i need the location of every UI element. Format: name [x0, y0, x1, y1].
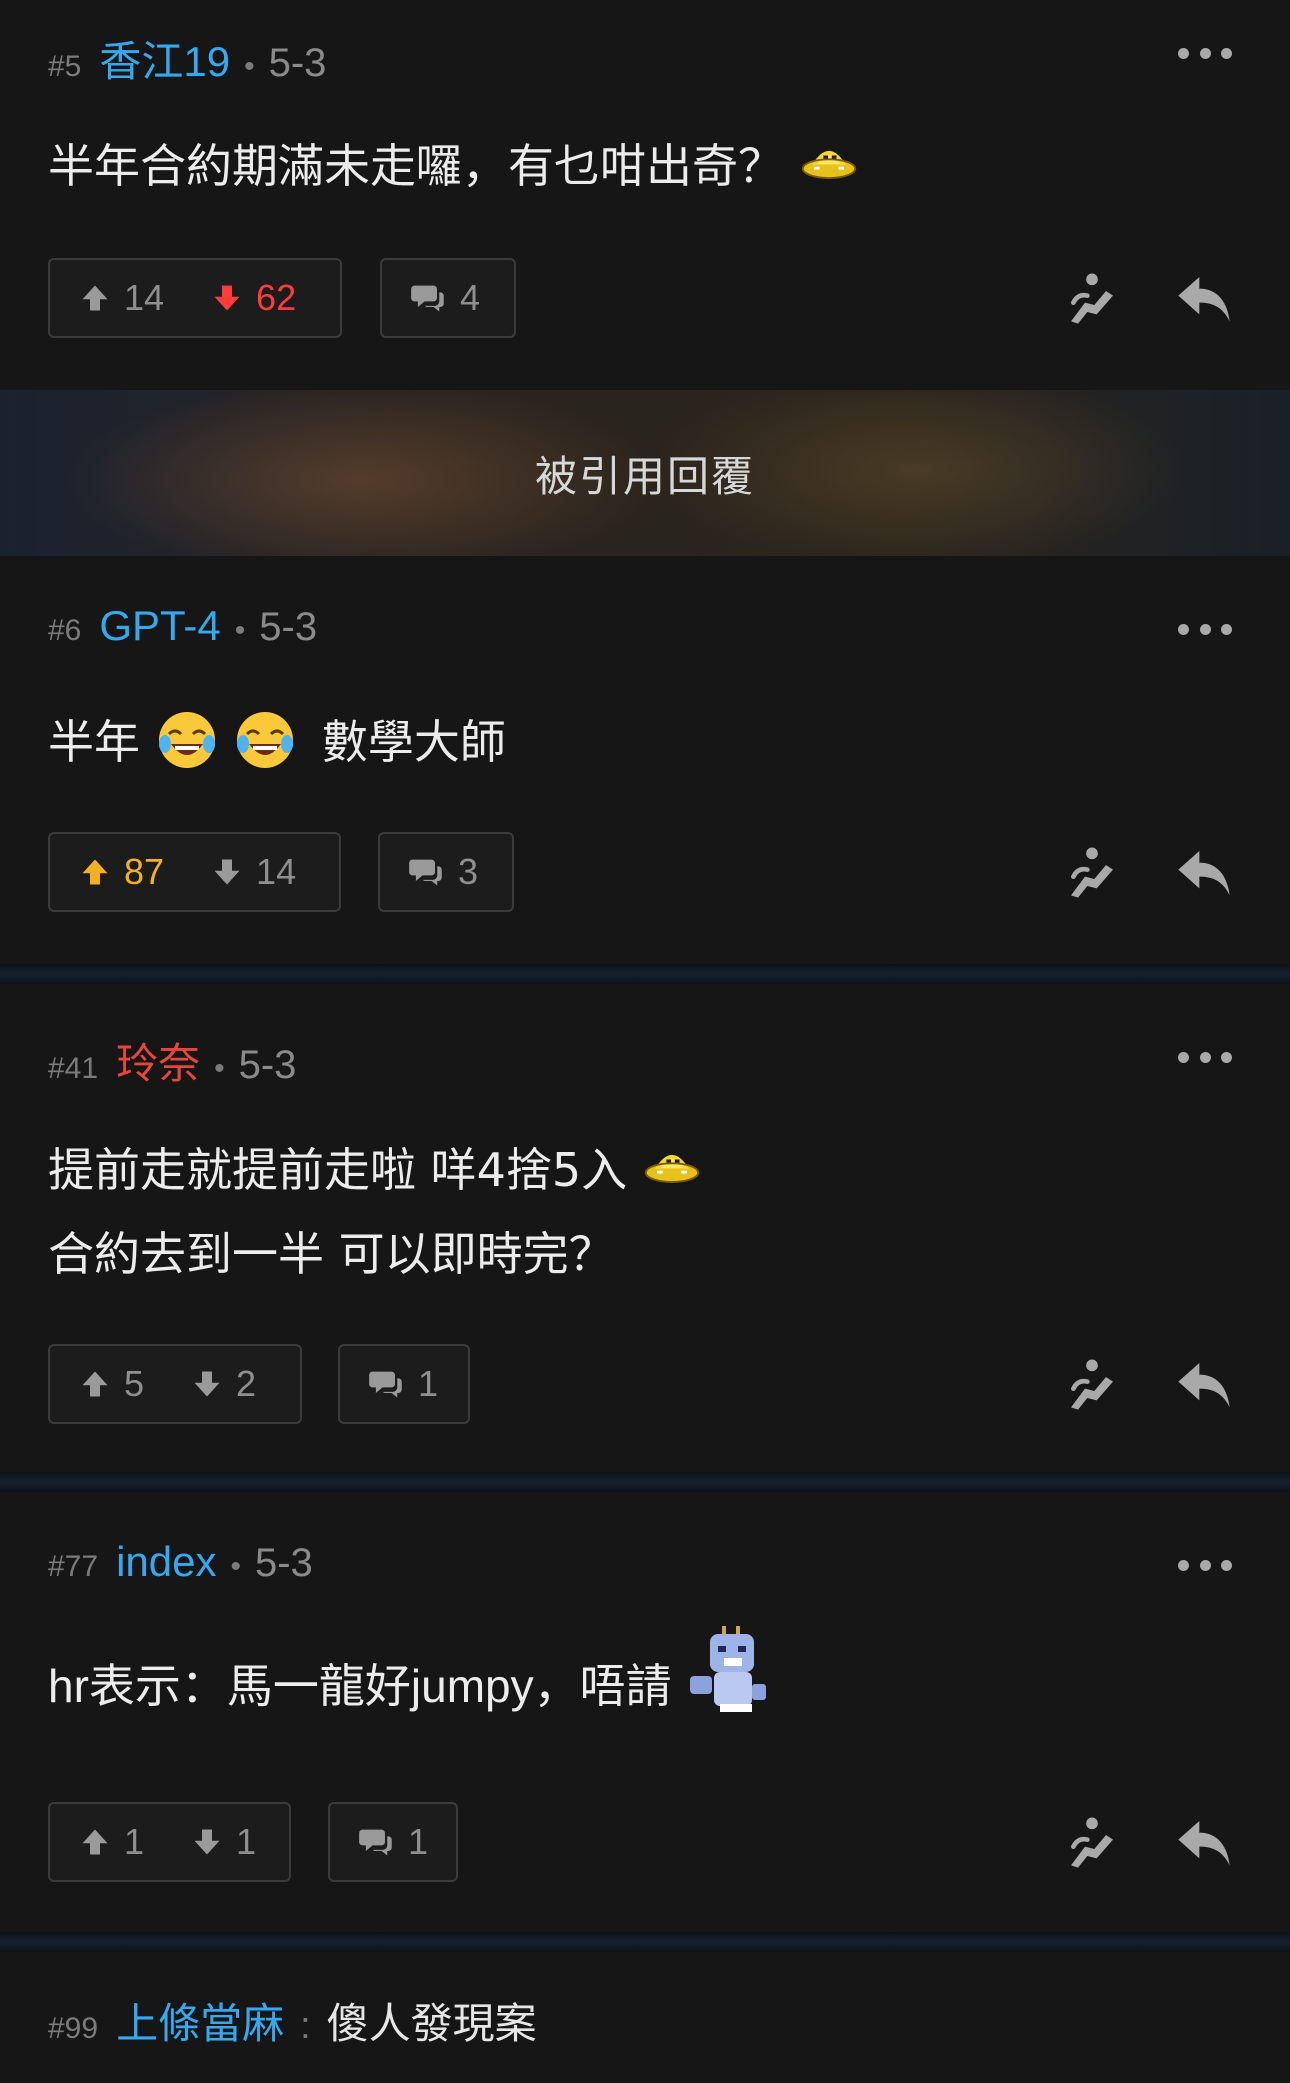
- post-text: hr表示：馬一龍好jumpy，唔請: [48, 1660, 672, 1712]
- vote-box: 87 14: [48, 832, 341, 912]
- post-divider: [0, 964, 1290, 984]
- more-options-icon[interactable]: [1178, 1050, 1232, 1064]
- post-content: 半年 數學大師: [48, 700, 1230, 784]
- thread-title[interactable]: 傻人發現案: [327, 1990, 537, 2051]
- post-content: 提前走就提前走啦 咩4捨5入 合約去到一半 可以即時完？: [48, 1128, 1230, 1296]
- post-meta: #41 玲奈 • 5-3: [48, 1030, 296, 1091]
- reply-arrow-icon[interactable]: [1176, 270, 1232, 326]
- post-number: #5: [48, 50, 82, 83]
- post-meta: #77 index • 5-3: [48, 1538, 313, 1586]
- downvote-count: 62: [256, 277, 297, 318]
- post-card-41: #41 玲奈 • 5-3 提前走就提前走啦 咩4捨5入 合約去到一半 可以即時完…: [0, 984, 1290, 1472]
- post-text: 半年合約期滿未走囉，有乜咁出奇？: [48, 139, 784, 193]
- quote-reply-icon[interactable]: [1064, 270, 1120, 326]
- post-card-6: #6 GPT-4 • 5-3 半年 數學大師 87 14 3: [0, 556, 1290, 964]
- downvote-arrow-icon[interactable]: [192, 1369, 222, 1399]
- upvote-arrow-icon[interactable]: [80, 1827, 110, 1857]
- emoji-sticker: [799, 133, 859, 193]
- downvote-count: 14: [256, 851, 297, 892]
- downvote-count: 2: [236, 1363, 257, 1404]
- related-thread[interactable]: #99 上條當麻 : 傻人發現案: [48, 1990, 537, 2051]
- post-text: 半年: [48, 715, 140, 769]
- upvote-arrow-icon[interactable]: [80, 283, 110, 313]
- thread-separator: :: [300, 2005, 311, 2047]
- replies-button[interactable]: 1: [328, 1802, 458, 1882]
- comment-bubble-icon: [408, 856, 444, 888]
- replies-button[interactable]: 4: [380, 258, 516, 338]
- reply-arrow-icon[interactable]: [1176, 844, 1232, 900]
- downvote-arrow-icon[interactable]: [192, 1827, 222, 1857]
- meta-separator: •: [214, 1052, 225, 1085]
- post-date: 5-3: [268, 41, 327, 85]
- meta-separator: •: [230, 1550, 241, 1583]
- more-options-icon[interactable]: [1178, 46, 1232, 60]
- downvote-count: 1: [236, 1821, 257, 1862]
- reply-arrow-icon[interactable]: [1176, 1814, 1232, 1870]
- post-date: 5-3: [254, 1541, 313, 1585]
- vote-box: 5 2: [48, 1344, 302, 1424]
- username-link[interactable]: 玲奈: [116, 1030, 200, 1091]
- post-number: #77: [48, 1550, 99, 1583]
- reply-count: 1: [418, 1363, 439, 1404]
- username-link[interactable]: index: [116, 1538, 216, 1586]
- post-date: 5-3: [259, 605, 318, 649]
- downvote-arrow-icon[interactable]: [212, 283, 242, 313]
- post-divider: [0, 1932, 1290, 1952]
- reply-count: 1: [407, 1821, 428, 1862]
- emoji-sticker: [642, 1137, 702, 1197]
- upvote-arrow-icon[interactable]: [80, 1369, 110, 1399]
- upvote-count: 5: [124, 1363, 145, 1404]
- vote-box: 14 62: [48, 258, 342, 338]
- reply-count: 4: [460, 277, 481, 318]
- post-meta: #6 GPT-4 • 5-3: [48, 602, 317, 650]
- comment-bubble-icon: [358, 1826, 394, 1858]
- post-content: 半年合約期滿未走囉，有乜咁出奇？: [48, 124, 1230, 208]
- upvote-count: 1: [124, 1821, 145, 1862]
- more-options-icon[interactable]: [1178, 622, 1232, 636]
- post-divider: [0, 1472, 1290, 1492]
- quoted-replies-banner[interactable]: 被引用回覆: [0, 390, 1290, 556]
- meta-separator: •: [234, 614, 246, 647]
- replies-button[interactable]: 3: [378, 832, 514, 912]
- more-options-icon[interactable]: [1178, 1558, 1232, 1572]
- username-link[interactable]: GPT-4: [99, 602, 220, 650]
- reply-arrow-icon[interactable]: [1176, 1356, 1232, 1412]
- upvote-count: 87: [124, 851, 165, 892]
- thread-author[interactable]: 上條當麻: [116, 1990, 284, 2051]
- post-date: 5-3: [238, 1043, 297, 1087]
- username-link[interactable]: 香江19: [99, 28, 230, 89]
- comment-bubble-icon: [410, 282, 446, 314]
- post-text-line: 合約去到一半 可以即時完？: [48, 1227, 615, 1281]
- post-meta: #5 香江19 • 5-3: [48, 28, 326, 89]
- upvote-arrow-icon[interactable]: [80, 857, 110, 887]
- post-text-line: 提前走就提前走啦 咩4捨5入: [48, 1143, 628, 1197]
- post-number: #6: [48, 614, 82, 647]
- emoji-laughing: [155, 708, 219, 772]
- quote-reply-icon[interactable]: [1064, 1356, 1120, 1412]
- post-text: 數學大師: [321, 715, 506, 769]
- reply-count: 3: [458, 851, 479, 892]
- post-number: #41: [48, 1052, 99, 1085]
- upvote-count: 14: [124, 277, 165, 318]
- post-content: hr表示：馬一龍好jumpy，唔請: [48, 1644, 1230, 1728]
- downvote-arrow-icon[interactable]: [212, 857, 242, 887]
- thread-number: #99: [48, 2012, 99, 2045]
- quote-reply-icon[interactable]: [1064, 1814, 1120, 1870]
- meta-separator: •: [244, 50, 255, 83]
- comment-bubble-icon: [368, 1368, 404, 1400]
- quoted-replies-label: 被引用回覆: [534, 451, 755, 501]
- vote-box: 1 1: [48, 1802, 291, 1882]
- post-card-77: #77 index • 5-3 hr表示：馬一龍好jumpy，唔請 1 1 1: [0, 1492, 1290, 1932]
- post-card-5: #5 香江19 • 5-3 半年合約期滿未走囉，有乜咁出奇？ 14 62 4: [0, 0, 1290, 390]
- emoji-dragon-sticker: [680, 1622, 776, 1718]
- replies-button[interactable]: 1: [338, 1344, 470, 1424]
- emoji-laughing: [233, 708, 297, 772]
- quote-reply-icon[interactable]: [1064, 844, 1120, 900]
